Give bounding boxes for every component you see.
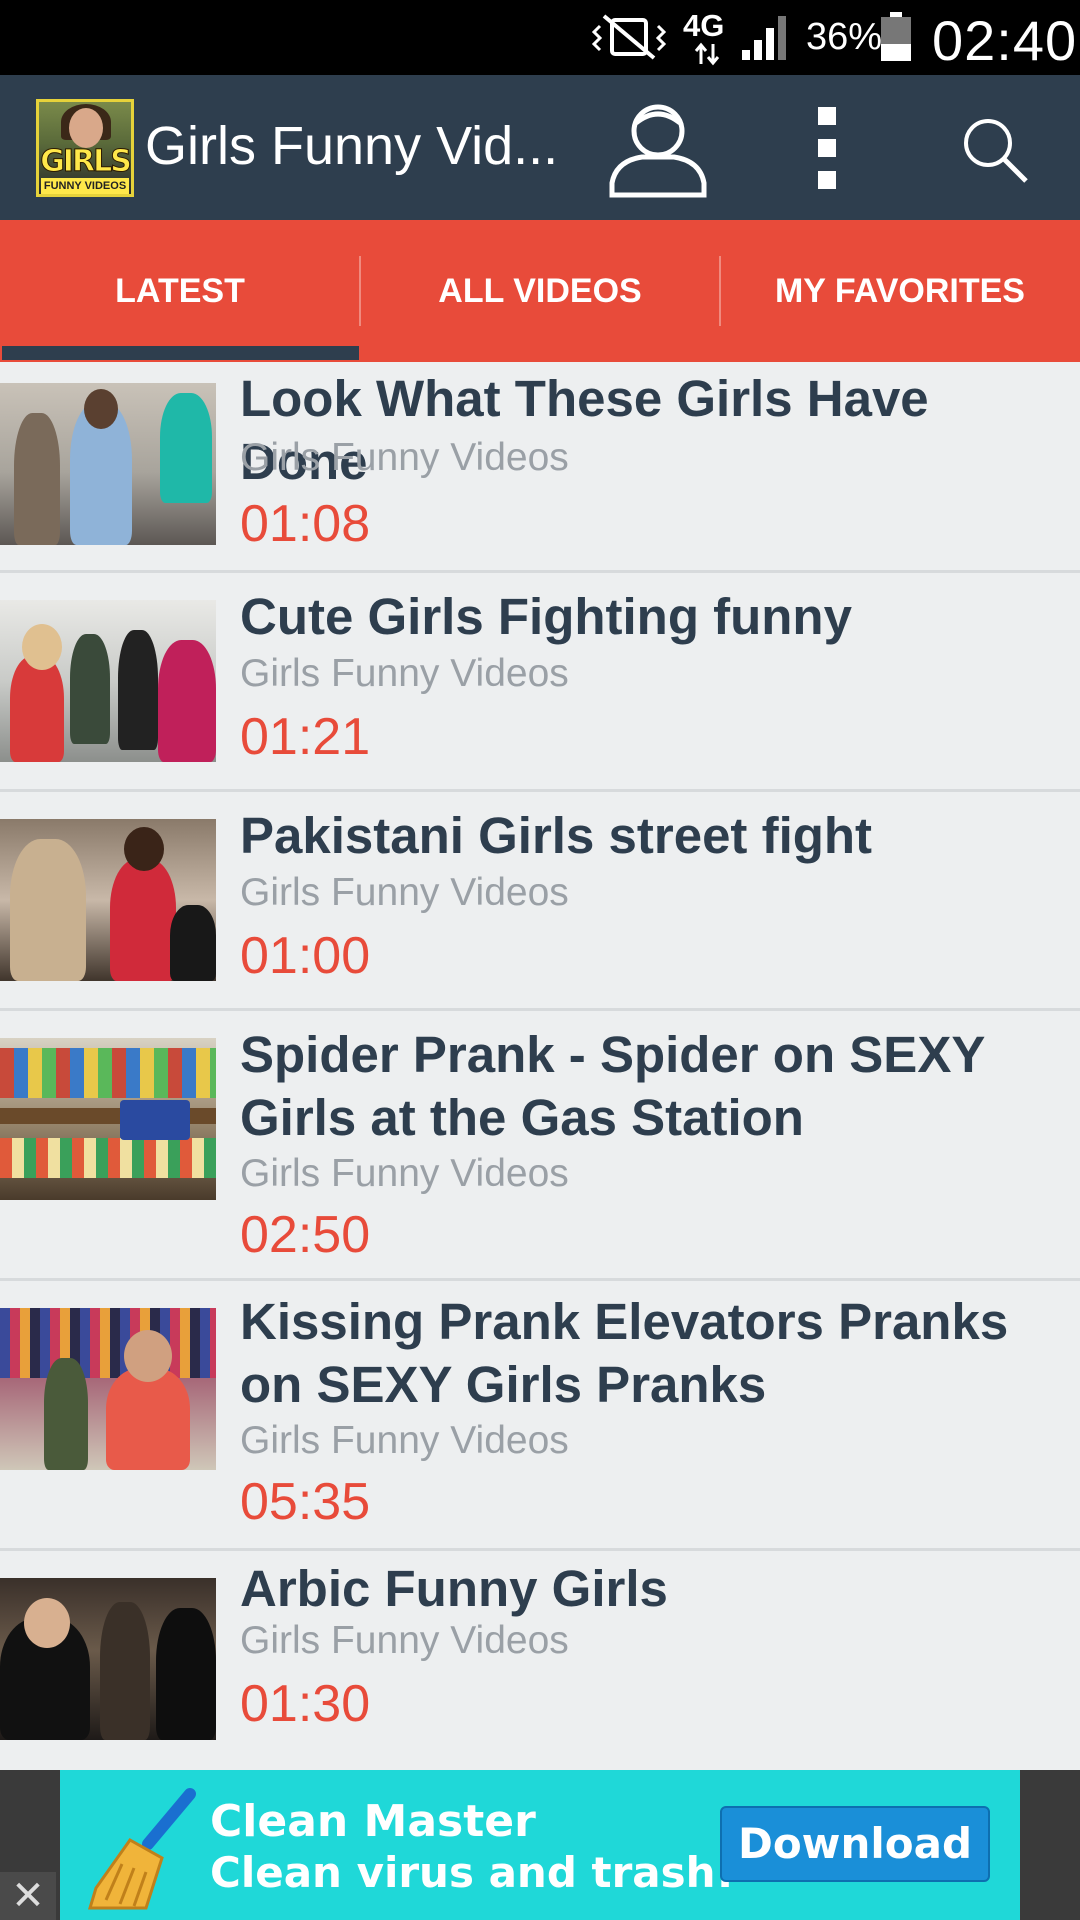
video-thumbnail: [0, 1578, 216, 1740]
video-channel: Girls Funny Videos: [240, 1152, 569, 1195]
video-list-item[interactable]: Cute Girls Fighting funny Girls Funny Vi…: [0, 573, 1080, 792]
ad-download-button[interactable]: Download: [720, 1806, 990, 1882]
video-channel: Girls Funny Videos: [240, 871, 569, 914]
app-logo: GIRLS FUNNY VIDEOS: [36, 99, 134, 197]
video-thumbnail: [0, 383, 216, 545]
profile-icon[interactable]: [606, 95, 710, 199]
tab-bar: LATEST ALL VIDEOS MY FAVORITES: [0, 220, 1080, 362]
video-duration: 01:08: [240, 495, 371, 553]
broom-icon: [87, 1788, 196, 1910]
video-duration: 02:50: [240, 1206, 371, 1264]
more-options-icon[interactable]: [812, 105, 842, 191]
app-bar: GIRLS FUNNY VIDEOS Girls Funny Vid...: [0, 75, 1080, 220]
video-thumbnail: [0, 600, 216, 762]
tab-my-favorites[interactable]: MY FAVORITES: [720, 220, 1080, 362]
video-duration: 05:35: [240, 1473, 371, 1531]
video-list-item[interactable]: Arbic Funny Girls Girls Funny Videos 01:…: [0, 1551, 1080, 1770]
video-duration: 01:00: [240, 927, 371, 985]
network-label: 4G: [683, 8, 725, 43]
ad-headline: Clean Master: [210, 1796, 536, 1847]
clock-time: 02:40: [932, 9, 1078, 72]
video-channel: Girls Funny Videos: [240, 652, 569, 695]
signal-icon: [742, 16, 786, 60]
video-list: Look What These Girls Have Done Girls Fu…: [0, 362, 1080, 1770]
video-list-item[interactable]: Kissing Prank Elevators Pranks on SEXY G…: [0, 1281, 1080, 1551]
video-thumbnail: [0, 1308, 216, 1470]
logo-face: [69, 108, 103, 148]
video-list-item[interactable]: Pakistani Girls street fight Girls Funny…: [0, 792, 1080, 1011]
video-channel: Girls Funny Videos: [240, 436, 569, 479]
video-channel: Girls Funny Videos: [240, 1419, 569, 1462]
active-tab-indicator: [2, 346, 359, 360]
tab-latest[interactable]: LATEST: [0, 220, 360, 362]
status-bar: 4G 36% 02:40: [0, 0, 1080, 75]
video-title: Spider Prank - Spider on SEXY Girls at t…: [240, 1026, 985, 1146]
video-title: Kissing Prank Elevators Pranks on SEXY G…: [240, 1293, 1009, 1413]
video-duration: 01:30: [240, 1675, 371, 1733]
video-thumbnail: [0, 819, 216, 981]
ad-banner: Clean Master Clean virus and trash! Down…: [0, 1770, 1080, 1920]
video-list-item[interactable]: Spider Prank - Spider on SEXY Girls at t…: [0, 1011, 1080, 1281]
vibrate-mute-icon: [591, 14, 667, 60]
tab-all-videos[interactable]: ALL VIDEOS: [360, 220, 720, 362]
video-list-item[interactable]: Look What These Girls Have Done Girls Fu…: [0, 362, 1080, 573]
battery-icon: [881, 12, 911, 61]
ad-close-button[interactable]: ✕: [0, 1872, 56, 1920]
video-title: Pakistani Girls street fight: [240, 807, 873, 864]
app-title: Girls Funny Vid...: [145, 116, 559, 176]
ad-content[interactable]: Clean Master Clean virus and trash! Down…: [60, 1770, 1020, 1920]
battery-percent: 36%: [806, 16, 883, 58]
video-title: Arbic Funny Girls: [240, 1560, 668, 1617]
network-4g-icon: 4G: [683, 6, 729, 66]
logo-text: GIRLS: [40, 144, 131, 180]
ad-tagline: Clean virus and trash!: [210, 1848, 735, 1897]
video-channel: Girls Funny Videos: [240, 1619, 569, 1662]
logo-subtext: FUNNY VIDEOS: [41, 178, 129, 194]
video-title: Cute Girls Fighting funny: [240, 588, 852, 645]
video-thumbnail: [0, 1038, 216, 1200]
search-icon[interactable]: [960, 115, 1030, 185]
video-duration: 01:21: [240, 708, 371, 766]
